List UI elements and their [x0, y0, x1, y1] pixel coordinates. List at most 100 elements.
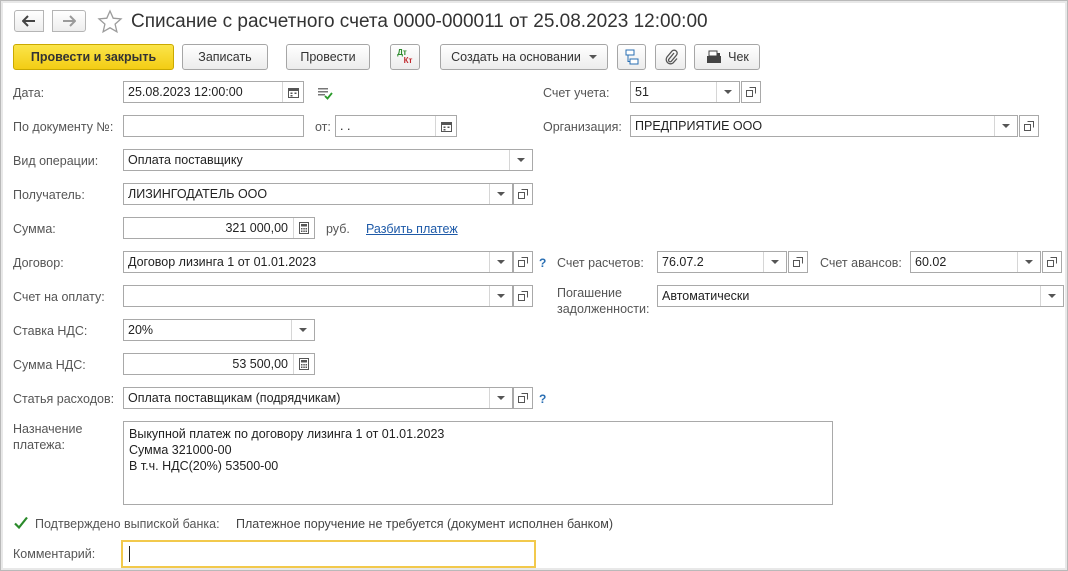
open-form-icon [793, 257, 803, 267]
account-field[interactable]: 51 [630, 81, 740, 103]
chevron-down-icon[interactable] [1040, 286, 1063, 306]
create-based-on-button[interactable]: Создать на основании [440, 44, 608, 70]
advance-account-label: Счет авансов: [820, 256, 902, 270]
recipient-label: Получатель: [13, 188, 85, 202]
paperclip-icon [665, 49, 678, 65]
back-button[interactable] [14, 10, 44, 32]
settlement-open-button[interactable] [788, 251, 808, 273]
doc-number-input[interactable] [123, 115, 304, 137]
chevron-down-icon[interactable] [716, 82, 739, 102]
save-button[interactable]: Записать [182, 44, 268, 70]
from-label: от: [315, 120, 331, 134]
organization-open-button[interactable] [1019, 115, 1039, 137]
post-and-close-button[interactable]: Провести и закрыть [13, 44, 174, 70]
open-form-icon [746, 87, 756, 97]
chevron-down-icon[interactable] [994, 116, 1017, 136]
recipient-value: ЛИЗИНГОДАТЕЛЬ ООО [128, 187, 268, 201]
repayment-label-line2: задолженности: [557, 302, 650, 316]
chevron-down-icon[interactable] [509, 150, 532, 170]
settlement-account-field[interactable]: 76.07.2 [657, 251, 787, 273]
chevron-down-icon[interactable] [763, 252, 786, 272]
contract-label: Договор: [13, 256, 64, 270]
chevron-down-icon[interactable] [1017, 252, 1040, 272]
favorite-star-icon[interactable] [97, 9, 123, 35]
organization-label: Организация: [543, 120, 622, 134]
contract-help-icon[interactable]: ? [539, 256, 546, 270]
arrow-left-icon [22, 15, 35, 27]
expense-help-icon[interactable]: ? [539, 392, 546, 406]
open-form-icon [1047, 257, 1057, 267]
arrow-right-icon [63, 15, 76, 27]
account-open-button[interactable] [741, 81, 761, 103]
date-label: Дата: [13, 86, 45, 100]
currency-label: руб. [326, 222, 350, 236]
repayment-select[interactable]: Автоматически [657, 285, 1064, 307]
date-field[interactable]: 25.08.2023 12:00:00 [123, 81, 304, 103]
chevron-down-icon[interactable] [291, 320, 314, 340]
sum-label: Сумма: [13, 222, 56, 236]
cash-register-icon [707, 50, 722, 63]
open-form-icon [518, 257, 528, 267]
calculator-icon[interactable] [293, 354, 314, 374]
dt-kt-button[interactable]: Дт Кт [390, 44, 420, 70]
attach-button[interactable] [655, 44, 686, 70]
open-form-icon [1024, 121, 1034, 131]
checkmark-icon [14, 516, 28, 530]
receipt-label: Чек [728, 50, 749, 64]
post-button[interactable]: Провести [286, 44, 370, 70]
sum-value: 321 000,00 [225, 221, 288, 235]
advance-open-button[interactable] [1042, 251, 1062, 273]
invoice-label: Счет на оплату: [13, 290, 105, 304]
vat-rate-select[interactable]: 20% [123, 319, 315, 341]
chevron-down-icon [588, 55, 597, 59]
repayment-label-line1: Погашение [557, 286, 622, 300]
vat-sum-input[interactable]: 53 500,00 [123, 353, 315, 375]
operation-value: Оплата поставщику [128, 153, 243, 167]
create-based-label: Создать на основании [451, 50, 581, 64]
purpose-textarea[interactable]: Выкупной платеж по договору лизинга 1 от… [123, 421, 833, 505]
settlement-account-label: Счет расчетов: [557, 256, 644, 270]
split-payment-link[interactable]: Разбить платеж [366, 222, 458, 236]
recipient-open-button[interactable] [513, 183, 533, 205]
purpose-label-line2: платежа: [13, 438, 65, 452]
hierarchy-icon [625, 49, 638, 65]
calculator-icon[interactable] [293, 218, 314, 238]
open-form-icon [518, 189, 528, 199]
invoice-open-button[interactable] [513, 285, 533, 307]
account-label: Счет учета: [543, 86, 610, 100]
comment-input[interactable] [121, 540, 536, 568]
organization-field[interactable]: ПРЕДПРИЯТИЕ ООО [630, 115, 1018, 137]
vat-rate-value: 20% [128, 323, 154, 337]
bank-confirmed-checkbox[interactable] [13, 515, 29, 531]
invoice-field[interactable] [123, 285, 513, 307]
contract-field[interactable]: Договор лизинга 1 от 01.01.2023 [123, 251, 513, 273]
doc-number-label: По документу №: [13, 120, 114, 134]
calendar-icon[interactable] [435, 116, 456, 136]
bank-confirmed-note: Платежное поручение не требуется (докуме… [236, 517, 613, 531]
open-form-icon [518, 291, 528, 301]
purpose-line: В т.ч. НДС(20%) 53500-00 [129, 459, 279, 473]
operation-label: Вид операции: [13, 154, 99, 168]
chevron-down-icon[interactable] [489, 252, 512, 272]
doc-date-field[interactable]: . . [335, 115, 457, 137]
chevron-down-icon[interactable] [489, 388, 512, 408]
comment-label: Комментарий: [13, 547, 96, 561]
expense-item-value: Оплата поставщикам (подрядчикам) [128, 391, 341, 405]
operation-select[interactable]: Оплата поставщику [123, 149, 533, 171]
chevron-down-icon[interactable] [489, 286, 512, 306]
postings-check-icon[interactable] [317, 86, 333, 103]
page-title: Списание с расчетного счета 0000-000011 … [131, 11, 708, 32]
sum-input[interactable]: 321 000,00 [123, 217, 315, 239]
expense-open-button[interactable] [513, 387, 533, 409]
contract-open-button[interactable] [513, 251, 533, 273]
vat-sum-value: 53 500,00 [232, 357, 288, 371]
expense-item-field[interactable]: Оплата поставщикам (подрядчикам) [123, 387, 513, 409]
structure-button[interactable] [617, 44, 646, 70]
forward-button[interactable] [52, 10, 86, 32]
receipt-button[interactable]: Чек [694, 44, 760, 70]
calendar-icon[interactable] [282, 82, 303, 102]
expense-item-label: Статья расходов: [13, 392, 115, 406]
chevron-down-icon[interactable] [489, 184, 512, 204]
advance-account-field[interactable]: 60.02 [910, 251, 1041, 273]
recipient-field[interactable]: ЛИЗИНГОДАТЕЛЬ ООО [123, 183, 513, 205]
